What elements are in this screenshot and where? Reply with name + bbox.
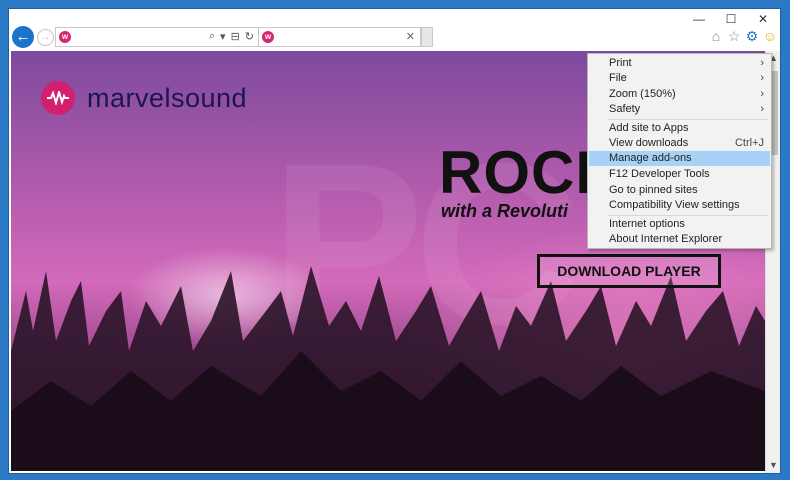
gear-icon[interactable]: ⚙	[744, 28, 760, 44]
menu-separator	[608, 215, 768, 216]
maximize-button[interactable]: ☐	[722, 12, 740, 26]
menu-item-add-site-to-apps[interactable]: Add site to Apps	[589, 121, 770, 136]
menu-shortcut: Ctrl+J	[734, 137, 764, 149]
menu-item-f12-developer-tools[interactable]: F12 Developer Tools	[589, 167, 770, 182]
menu-item-label: About Internet Explorer	[609, 233, 723, 245]
menu-item-manage-add-ons[interactable]: Manage add-ons	[589, 151, 770, 166]
minimize-button[interactable]: —	[690, 12, 708, 26]
menu-item-label: Zoom (150%)	[609, 88, 676, 100]
submenu-arrow-icon: ›	[760, 103, 764, 115]
menu-separator	[608, 119, 768, 120]
new-tab-button[interactable]	[421, 27, 433, 47]
browser-window: — ☐ ✕ ← → w ⌕ ▾ ⊟ ↻ w ✕ ⌂ ☆ ⚙ ☺ PC marve…	[8, 8, 781, 474]
favorites-star-icon[interactable]: ☆	[726, 28, 742, 44]
menu-item-go-to-pinned-sites[interactable]: Go to pinned sites	[589, 183, 770, 198]
menu-item-zoom[interactable]: Zoom (150%) ›	[589, 87, 770, 102]
logo-text: marvelsound	[87, 82, 248, 113]
menu-item-compatibility-view-settings[interactable]: Compatibility View settings	[589, 198, 770, 213]
home-icon[interactable]: ⌂	[708, 28, 724, 44]
browser-tab[interactable]: w ✕	[259, 27, 421, 47]
menu-item-label: Go to pinned sites	[609, 184, 698, 196]
menu-item-label: Compatibility View settings	[609, 199, 740, 211]
tools-dropdown-menu: Print › File › Zoom (150%) › Safety › Add si…	[587, 53, 772, 249]
menu-item-view-downloads[interactable]: View downloads Ctrl+J	[589, 136, 770, 151]
menu-item-internet-options[interactable]: Internet options	[589, 217, 770, 232]
search-icon[interactable]: ⌕	[209, 30, 215, 43]
tab-close-icon[interactable]: ✕	[406, 30, 415, 43]
back-button[interactable]: ←	[12, 26, 34, 48]
address-input[interactable]	[74, 29, 208, 47]
window-caption-buttons: — ☐ ✕	[690, 12, 772, 26]
tab-favicon-icon: w	[262, 31, 274, 43]
logo-wave-icon	[41, 81, 75, 115]
scroll-down-arrow-icon[interactable]: ▼	[766, 458, 780, 473]
menu-item-label: F12 Developer Tools	[609, 168, 710, 180]
submenu-arrow-icon: ›	[760, 72, 764, 84]
menu-item-print[interactable]: Print ›	[589, 56, 770, 71]
menu-item-label: View downloads	[609, 137, 689, 149]
submenu-arrow-icon: ›	[760, 57, 764, 69]
menu-item-label: Add site to Apps	[609, 122, 689, 134]
address-tools: ⌕ ▾ ⊟ ↻	[209, 30, 254, 43]
chevron-down-icon[interactable]: ▾	[220, 30, 226, 43]
menu-item-safety[interactable]: Safety ›	[589, 102, 770, 117]
compatibility-view-icon[interactable]: ⊟	[231, 30, 240, 43]
refresh-icon[interactable]: ↻	[245, 30, 254, 43]
smile-feedback-icon[interactable]: ☺	[762, 28, 778, 44]
close-button[interactable]: ✕	[754, 12, 772, 26]
site-favicon-icon: w	[59, 31, 71, 43]
menu-item-label: File	[609, 72, 627, 84]
forward-button[interactable]: →	[37, 29, 54, 46]
address-bar[interactable]: w ⌕ ▾ ⊟ ↻	[55, 27, 259, 47]
menu-item-label: Manage add-ons	[609, 152, 692, 164]
toolbar-icons: ⌂ ☆ ⚙ ☺	[708, 28, 778, 44]
menu-item-about-internet-explorer[interactable]: About Internet Explorer	[589, 232, 770, 247]
hero-subline: with a Revoluti	[441, 201, 569, 221]
menu-item-label: Print	[609, 57, 632, 69]
download-player-button[interactable]: DOWNLOAD PLAYER	[537, 254, 721, 288]
site-logo[interactable]: marvelsound	[41, 81, 247, 115]
menu-item-file[interactable]: File ›	[589, 71, 770, 86]
menu-item-label: Internet options	[609, 218, 685, 230]
submenu-arrow-icon: ›	[760, 88, 764, 100]
menu-item-label: Safety	[609, 103, 641, 115]
navigation-bar: ← → w ⌕ ▾ ⊟ ↻ w ✕ ⌂ ☆ ⚙ ☺	[9, 25, 780, 51]
